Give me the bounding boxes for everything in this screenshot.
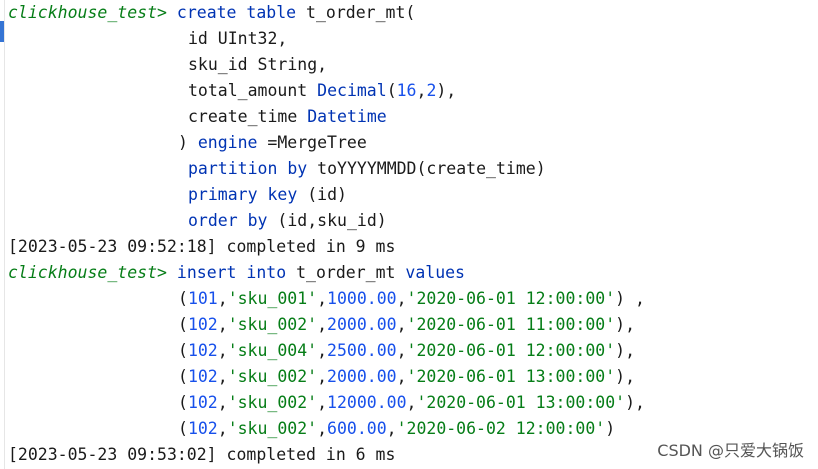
status-text: [2023-05-23 09:53:02] completed in 6 ms [8, 445, 396, 464]
value-amount: 2000.00 [327, 315, 397, 334]
row-tail: ) [605, 419, 616, 438]
sql-keyword: partition by [188, 159, 308, 178]
status-line: [2023-05-23 09:53:02] completed in 6 ms [8, 442, 395, 468]
sql-text: =MergeTree [257, 133, 367, 152]
sql-type: Datetime [307, 107, 387, 126]
order-by-line: order by (id,sku_id) [188, 208, 387, 234]
value-id: 102 [187, 315, 218, 334]
sql-text: create_time [188, 107, 308, 126]
sql-keyword: create table [176, 3, 297, 22]
value-sku: 'sku_002' [227, 315, 318, 334]
column-time-line: create_time Datetime [188, 104, 387, 130]
primary-key-line: primary key (id) [188, 182, 347, 208]
value-time: '2020-06-01 13:00:00' [406, 367, 616, 386]
values-row: (102,'sku_004',2500.00,'2020-06-01 12:00… [178, 341, 636, 360]
row-tail: ), [615, 315, 636, 334]
value-time: '2020-06-01 11:00:00' [406, 315, 616, 334]
sql-keyword: order by [188, 211, 268, 230]
value-sku: 'sku_002' [227, 367, 318, 386]
sql-type: Decimal [317, 81, 387, 100]
create-table-line: clickhouse_test> create table t_order_mt… [8, 0, 415, 26]
value-time: '2020-06-01 12:00:00' [406, 289, 616, 308]
sql-text: total_amount [188, 81, 318, 100]
value-id: 102 [187, 419, 218, 438]
sql-keyword: engine [197, 133, 258, 152]
values-row: (102,'sku_002',2000.00,'2020-06-01 13:00… [178, 367, 636, 386]
column-id-line: id UInt32, [188, 26, 287, 52]
value-amount: 2000.00 [327, 367, 397, 386]
column-sku-line: sku_id String, [188, 52, 327, 78]
sql-text: (id) [297, 185, 347, 204]
sql-text: t_order_mt [286, 263, 406, 282]
value-time: '2020-06-02 12:00:00' [396, 419, 606, 438]
partition-line: partition by toYYYYMMDD(create_time) [188, 156, 546, 182]
sql-keyword: values [405, 263, 465, 282]
value-amount: 1000.00 [327, 289, 397, 308]
console-output[interactable]: clickhouse_test> create table t_order_mt… [8, 0, 818, 469]
value-amount: 12000.00 [327, 393, 407, 412]
console-prompt: clickhouse_test> [8, 263, 167, 282]
row-tail: ), [625, 393, 645, 412]
insert-line: clickhouse_test> insert into t_order_mt … [8, 260, 465, 286]
values-row: (101,'sku_001',1000.00,'2020-06-01 12:00… [178, 289, 645, 308]
gutter-divider [4, 0, 5, 469]
sql-text: , [416, 81, 427, 100]
sql-text: t_order_mt( [296, 3, 416, 22]
sql-text: (id,sku_id) [267, 211, 387, 230]
column-amount-line: total_amount Decimal(16,2), [188, 78, 456, 104]
values-row: (102,'sku_002',2000.00,'2020-06-01 11:00… [178, 315, 636, 334]
value-id: 102 [187, 341, 218, 360]
sql-text: sku_id String, [188, 55, 328, 74]
value-time: '2020-06-01 12:00:00' [406, 341, 616, 360]
sql-text: ), [436, 81, 457, 100]
value-id: 102 [187, 367, 218, 386]
values-row: (102,'sku_002',600.00,'2020-06-02 12:00:… [178, 419, 616, 438]
row-tail: ), [615, 341, 636, 360]
values-row: (102,'sku_002',12000.00,'2020-06-01 13:0… [178, 393, 645, 412]
console-prompt: clickhouse_test> [8, 3, 167, 22]
value-sku: 'sku_002' [227, 393, 318, 412]
sql-number: 16 [396, 81, 417, 100]
value-amount: 2500.00 [327, 341, 397, 360]
row-tail: ) , [615, 289, 645, 308]
status-line: [2023-05-23 09:52:18] completed in 9 ms [8, 234, 395, 260]
sql-keyword: primary key [188, 185, 298, 204]
status-text: [2023-05-23 09:52:18] completed in 9 ms [8, 237, 396, 256]
value-id: 101 [187, 289, 218, 308]
sql-keyword: insert into [176, 263, 287, 282]
sql-text: toYYYYMMDD(create_time) [307, 159, 546, 178]
sql-text: ( [386, 81, 397, 100]
engine-line: ) engine =MergeTree [178, 130, 367, 156]
value-sku: 'sku_002' [227, 419, 318, 438]
sql-text: ) [178, 133, 198, 152]
value-time: '2020-06-01 13:00:00' [416, 393, 626, 412]
value-sku: 'sku_004' [227, 341, 318, 360]
value-amount: 600.00 [327, 419, 387, 438]
value-id: 102 [187, 393, 218, 412]
value-sku: 'sku_001' [227, 289, 318, 308]
sql-text: id UInt32, [188, 29, 288, 48]
row-tail: ), [615, 367, 636, 386]
sql-number: 2 [426, 81, 437, 100]
watermark: CSDN @只爱大锅饭 [657, 441, 804, 460]
current-line-marker [0, 21, 4, 42]
